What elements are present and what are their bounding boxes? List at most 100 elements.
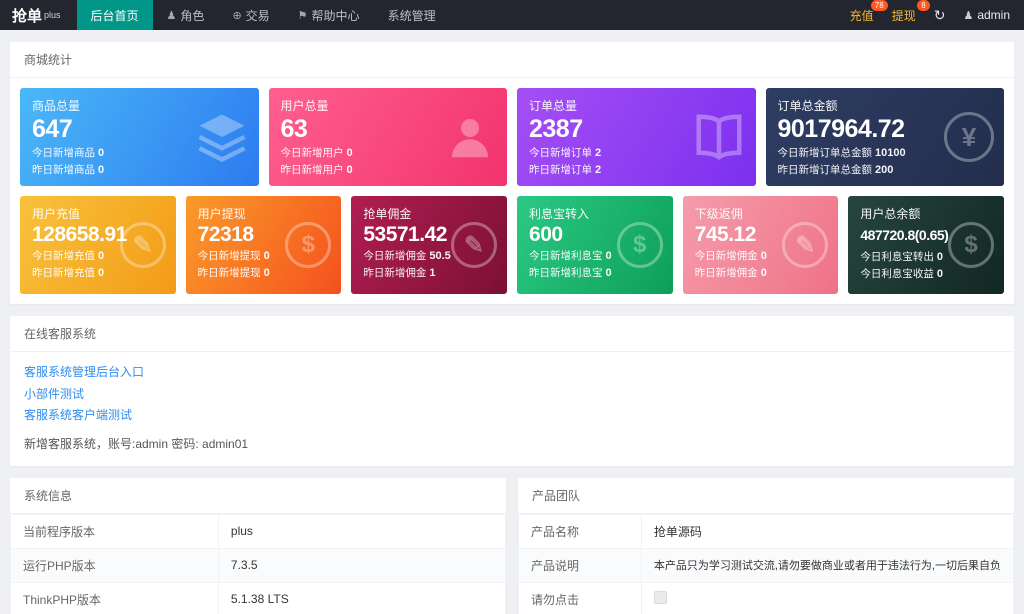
withdraw-label: 提现 — [891, 8, 916, 23]
row-label: 请勿点击 — [518, 581, 642, 614]
stat-line-label: 今日利息宝转出 — [860, 250, 934, 263]
system-info-panel: 系统信息 当前程序版本 plus 运行PHP版本 7.3.5 ThinkPHP版… — [10, 477, 507, 614]
yen-icon: ¥ — [944, 112, 994, 162]
person-icon: ♟ — [963, 9, 974, 22]
nav-item-help-center[interactable]: ⚑ 帮助中心 — [284, 0, 374, 30]
stat-line-value: 0 — [760, 250, 767, 263]
stat-card-users-total: 用户总量 63 今日新增用户 0 昨日新增用户 0 — [268, 88, 507, 186]
stat-card-title: 用户总余额 — [860, 207, 921, 221]
stat-card-orders-total: 订单总量 2387 今日新增订单 2 昨日新增订单 2 — [517, 88, 756, 186]
table-row: 请勿点击 — [518, 581, 1015, 614]
stat-line-label: 昨日新增订单总金额 — [777, 164, 873, 177]
product-team-panel: 产品团队 产品名称 抢单源码 产品说明 本产品只为学习测试交流,请勿要做商业或者… — [518, 477, 1015, 614]
stat-card-title: 利息宝转入 — [529, 207, 590, 221]
book-icon — [692, 110, 746, 164]
stat-card-line: 昨日新增用户 0 — [281, 162, 496, 179]
stat-line-label: 今日新增商品 — [32, 147, 95, 160]
stat-line-label: 今日新增充值 — [32, 250, 95, 263]
system-info-title: 系统信息 — [10, 478, 506, 514]
stat-card-interest-transfer-in: 利息宝转入 600 今日新增利息宝 0 昨日新增利息宝 0 $ — [517, 196, 673, 294]
stat-line-value: 50.5 — [429, 250, 451, 263]
stat-card-title: 用户提现 — [197, 207, 246, 221]
service-panel: 在线客服系统 客服系统管理后台入口 小部件测试 客服系统客户端测试 新增客服系统… — [10, 316, 1014, 466]
stat-line-value: 2 — [595, 147, 602, 160]
stat-card-line: 昨日新增订单总金额 200 — [778, 162, 993, 179]
navbar-right: 充值 78 提现 8 ↻ ♟ admin — [850, 0, 1024, 30]
stat-line-label: 今日新增订单 — [529, 147, 592, 160]
refresh-icon[interactable]: ↻ — [934, 7, 946, 24]
stat-line-label: 昨日新增用户 — [280, 164, 344, 177]
nav-item-transactions[interactable]: ⊕ 交易 — [218, 0, 283, 30]
row-label: ThinkPHP版本 — [10, 581, 219, 614]
stat-line-label: 昨日新增商品 — [32, 164, 95, 177]
user-icon — [443, 110, 497, 164]
admin-username: admin — [977, 8, 1010, 22]
layers-icon — [195, 110, 249, 164]
page-content: 商城统计 商品总量 647 今日新增商品 0 昨日新增商品 0 用户总量 63 今日… — [0, 30, 1024, 614]
app-logo-suffix: plus — [44, 10, 61, 20]
stat-line-value: 1 — [429, 267, 436, 280]
person-icon: ♟ — [166, 9, 177, 22]
client-test-link[interactable]: 客服系统客户端测试 — [24, 405, 1000, 427]
service-admin-entry-link[interactable]: 客服系统管理后台入口 — [24, 362, 1000, 384]
stat-card-title: 下级返佣 — [694, 207, 743, 221]
recharge-button[interactable]: 充值 78 — [850, 0, 888, 24]
stat-card-user-withdraw: 用户提现 72318 今日新增提现 0 昨日新增提现 0 $ — [185, 196, 342, 294]
withdraw-badge: 8 — [917, 0, 930, 11]
nav-item-system-admin[interactable]: 系统管理 — [374, 0, 450, 30]
stats-panel: 商城统计 商品总量 647 今日新增商品 0 昨日新增商品 0 用户总量 63 今日… — [10, 42, 1014, 304]
stat-line-value: 200 — [875, 164, 894, 177]
flag-icon: ⚑ — [297, 9, 308, 22]
row-value — [640, 581, 1015, 614]
table-row: 当前程序版本 plus — [10, 513, 507, 549]
nav-item-label: 交易 — [245, 8, 270, 23]
stat-line-value: 0 — [98, 147, 105, 160]
stat-line-label: 今日新增提现 — [197, 250, 261, 263]
admin-menu[interactable]: ♟ admin — [963, 8, 1010, 22]
main-nav: 后台首页 ♟ 角色 ⊕ 交易 ⚑ 帮助中心 系统管理 — [76, 0, 450, 30]
stat-line-value: 0 — [98, 267, 105, 280]
service-account-note: 新增客服系统，账号:admin 密码: admin01 — [24, 436, 249, 451]
stat-line-label: 今日新增佣金 — [363, 250, 427, 263]
stat-line-label: 昨日新增充值 — [32, 267, 95, 280]
widget-test-link[interactable]: 小部件测试 — [24, 384, 1000, 406]
service-panel-body: 客服系统管理后台入口 小部件测试 客服系统客户端测试 新增客服系统，账号:adm… — [10, 352, 1014, 466]
stats-panel-body: 商品总量 647 今日新增商品 0 昨日新增商品 0 用户总量 63 今日新增用户 0… — [10, 78, 1014, 304]
stat-card-title: 抢单佣金 — [363, 207, 412, 221]
pencil-icon: ✎ — [782, 222, 829, 268]
stat-line-label: 今日利息宝收益 — [860, 267, 934, 280]
row-label: 运行PHP版本 — [10, 547, 219, 583]
stat-line-label: 今日新增佣金 — [694, 250, 758, 263]
stat-line-value: 0 — [605, 250, 612, 263]
row-label: 产品说明 — [518, 547, 642, 583]
stat-line-label: 昨日新增佣金 — [363, 267, 427, 280]
product-team-table: 产品名称 抢单源码 产品说明 本产品只为学习测试交流,请勿要做商业或者用于违法行… — [518, 513, 1015, 614]
stat-line-label: 今日新增订单总金额 — [777, 147, 873, 160]
stat-line-label: 今日新增用户 — [280, 147, 344, 160]
nav-item-roles[interactable]: ♟ 角色 — [153, 0, 219, 30]
stat-line-value: 0 — [605, 267, 612, 280]
dollar-icon: $ — [948, 222, 995, 268]
stat-card-line: 今日利息宝收益 0 — [860, 266, 992, 283]
withdraw-button[interactable]: 提现 8 — [891, 0, 930, 24]
table-row: 运行PHP版本 7.3.5 — [10, 547, 507, 583]
stat-card-title: 订单总金额 — [777, 99, 838, 113]
top-navbar: 抢单 plus 后台首页 ♟ 角色 ⊕ 交易 ⚑ 帮助中心 系统管理 充值 78 … — [0, 0, 1024, 30]
stat-line-value: 0 — [98, 250, 105, 263]
dollar-icon: $ — [285, 222, 332, 268]
nav-item-home[interactable]: 后台首页 — [76, 0, 153, 30]
app-logo-text: 抢单 — [12, 7, 43, 25]
stat-line-value: 0 — [346, 147, 353, 160]
product-team-title: 产品团队 — [518, 478, 1014, 514]
row-label: 产品名称 — [518, 513, 642, 549]
table-row: 产品名称 抢单源码 — [518, 513, 1015, 549]
stat-card-line: 昨日新增订单 2 — [529, 162, 744, 179]
stat-line-value: 0 — [346, 164, 353, 177]
table-row: ThinkPHP版本 5.1.38 LTS — [10, 581, 507, 614]
stat-line-label: 昨日新增订单 — [529, 164, 592, 177]
row-value: 7.3.5 — [217, 547, 507, 583]
pencil-icon: ✎ — [119, 222, 166, 268]
do-not-click-checkbox[interactable] — [653, 591, 667, 605]
stat-line-label: 昨日新增佣金 — [694, 267, 758, 280]
stat-line-value: 0 — [263, 267, 270, 280]
